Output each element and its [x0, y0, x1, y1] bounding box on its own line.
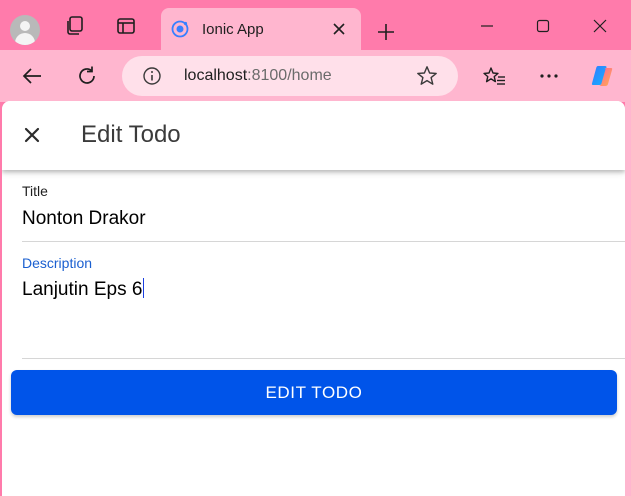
- edit-todo-button[interactable]: EDIT TODO: [11, 370, 617, 415]
- more-icon[interactable]: [533, 60, 565, 92]
- favorites-icon[interactable]: [478, 60, 510, 92]
- copilot-icon[interactable]: [586, 60, 618, 92]
- ionic-favicon-icon: [171, 20, 189, 38]
- description-field[interactable]: Lanjutin Eps 6: [22, 278, 145, 301]
- tab-close-icon[interactable]: [329, 19, 349, 39]
- new-tab-plus-icon[interactable]: [372, 18, 400, 46]
- app-header: Edit Todo: [2, 101, 625, 170]
- maximize-icon[interactable]: [523, 12, 563, 40]
- profile-shoulders: [15, 33, 35, 45]
- url-path: :8100/home: [247, 67, 332, 84]
- description-field-label: Description: [22, 255, 93, 271]
- profile-head: [20, 21, 30, 31]
- profile-avatar-icon[interactable]: [10, 15, 40, 45]
- star-icon[interactable]: [415, 64, 439, 88]
- browser-toolbar: localhost:8100/home: [0, 50, 631, 102]
- window-right-edge: [625, 101, 631, 496]
- description-field-text: Lanjutin Eps 6: [22, 279, 143, 300]
- description-field-divider: [22, 358, 625, 359]
- address-bar[interactable]: localhost:8100/home: [122, 56, 458, 96]
- url-text: localhost:8100/home: [184, 67, 332, 85]
- info-icon[interactable]: [142, 66, 162, 86]
- refresh-icon[interactable]: [71, 60, 103, 92]
- back-arrow-icon[interactable]: [16, 60, 48, 92]
- browser-title-bar: Ionic App: [0, 0, 631, 50]
- url-host: localhost: [184, 67, 248, 84]
- tab-title: Ionic App: [202, 21, 264, 38]
- page-viewport: Edit Todo Title Nonton Drakor Descriptio…: [2, 101, 625, 496]
- page-title: Edit Todo: [81, 121, 181, 148]
- tab-actions-icon[interactable]: [109, 9, 143, 43]
- tab-ionic-app[interactable]: Ionic App: [161, 8, 361, 50]
- title-field[interactable]: Nonton Drakor: [22, 208, 146, 230]
- title-field-divider: [22, 241, 625, 242]
- close-icon[interactable]: [20, 123, 44, 147]
- text-caret: [143, 278, 145, 298]
- title-field-label: Title: [22, 183, 48, 199]
- close-window-icon[interactable]: [580, 12, 620, 40]
- workspaces-icon[interactable]: [58, 9, 92, 43]
- minimize-icon[interactable]: [467, 12, 507, 40]
